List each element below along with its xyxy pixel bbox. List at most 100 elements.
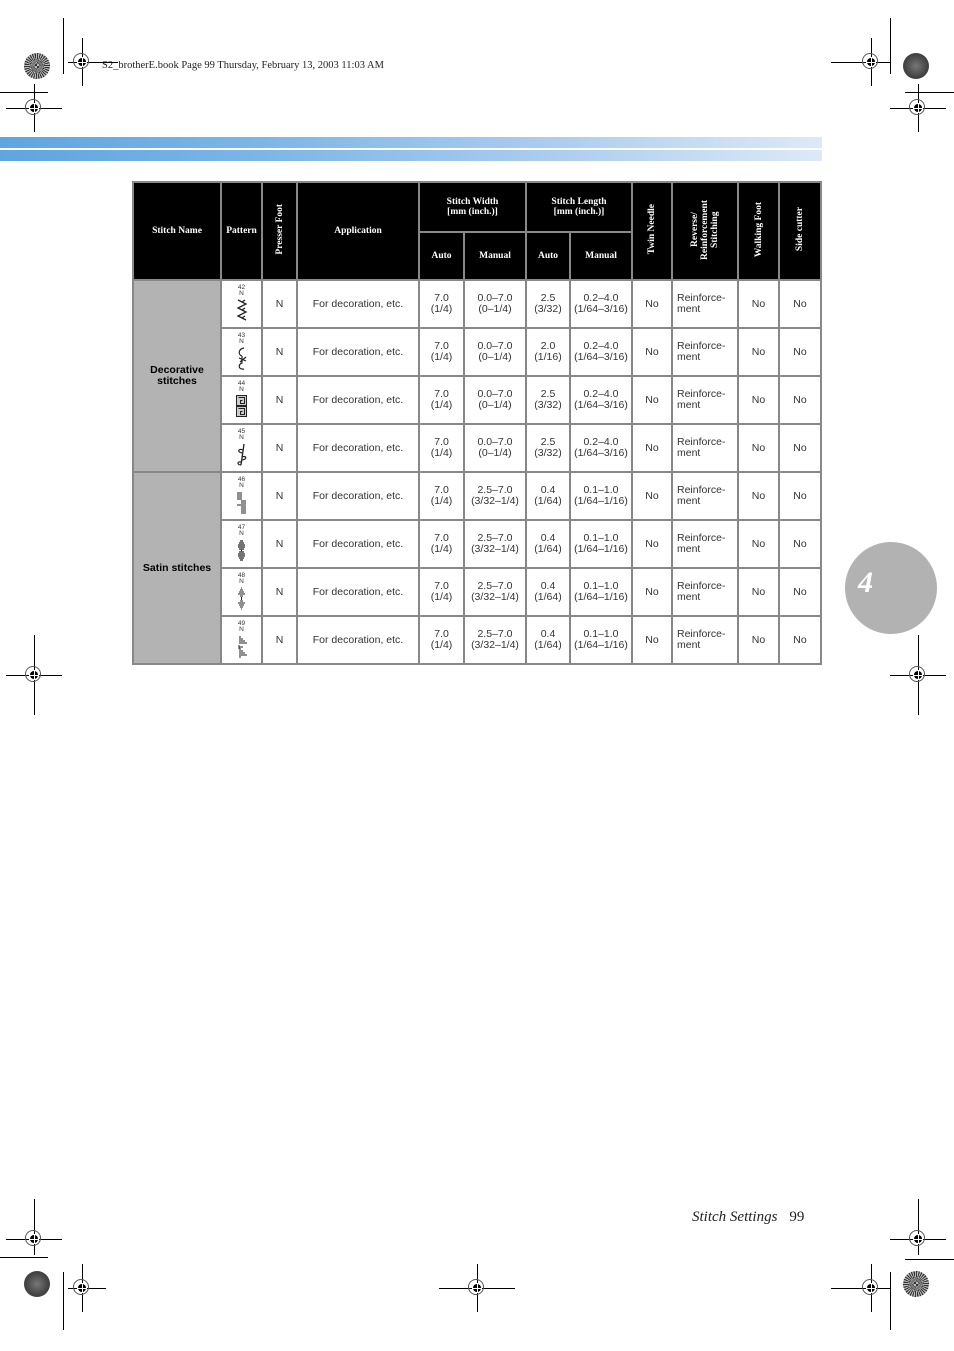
header-stitch-width-unit: [mm (inch.)] [447,207,498,217]
header-reverse-line1: Reverse/ [690,212,700,247]
length-manual-cell-inch: (1/64–3/16) [574,447,628,459]
header-width-manual: Manual [463,231,527,281]
presser-foot-cell: N [261,519,298,569]
reverse-stitching-cell: Reinforce-ment [671,519,739,569]
width-auto-cell-inch: (1/4) [430,495,453,507]
length-manual-cell: 0.1–1.0 (1/64–1/16) [569,615,633,665]
walking-foot-cell: No [737,423,780,473]
length-manual-cell: 0.1–1.0 (1/64–1/16) [569,567,633,617]
length-manual-cell-inch: (1/64–3/16) [574,351,628,363]
length-manual-cell: 0.2–4.0 (1/64–3/16) [569,375,633,425]
length-manual-cell: 0.2–4.0 (1/64–3/16) [569,279,633,329]
reverse-stitching-cell: Reinforce-ment [671,615,739,665]
diamond-satin-stitch-icon [238,587,245,610]
length-auto-cell: 2.5 (3/32) [525,279,571,329]
pattern-foot-code: N [239,338,244,345]
color-rosette-icon [24,1271,50,1297]
width-auto-cell: 7.0 (1/4) [418,423,465,473]
width-manual-cell-inch: (0–1/4) [478,447,512,459]
page-footer: Stitch Settings 99 [692,1209,804,1226]
table-row: Satin stitches 46 N N For decoration, etc. 7.… [132,471,822,665]
pattern-foot-code: N [239,578,244,585]
oval-satin-stitch-icon [238,540,245,561]
header-side-cutter: Side cutter [778,181,822,281]
group-label-satin: Satin stitches [132,471,222,665]
width-auto-cell: 7.0 (1/4) [418,327,465,377]
header-application: Application [296,181,420,281]
color-rosette-icon [903,1271,929,1297]
scroll-stitch-icon [238,347,247,370]
reverse-line2: ment [677,495,701,507]
reverse-line2: ment [677,447,701,459]
header-stitch-width: Stitch Width [mm (inch.)] [418,181,527,233]
twin-needle-cell: No [631,279,673,329]
width-auto-cell-inch: (1/4) [430,591,453,603]
width-auto-cell-inch: (1/4) [430,639,453,651]
header-reverse-label: Reverse/ Reinforcement Stitching [690,200,720,260]
header-width-auto: Auto [418,231,465,281]
length-manual-cell: 0.2–4.0 (1/64–3/16) [569,327,633,377]
length-auto-cell: 2.5 (3/32) [525,423,571,473]
width-auto-cell-inch: (1/4) [430,351,453,363]
pattern-cell: 43 N [220,327,263,377]
reverse-line2: ment [677,639,701,651]
pattern-foot-code: N [239,626,244,633]
presser-foot-cell: N [261,471,298,521]
length-auto-cell-inch: (1/64) [534,639,562,651]
reverse-stitching-cell: Reinforce-ment [671,471,739,521]
pattern-cell: 44 N [220,375,263,425]
length-manual-cell-inch: (1/64–3/16) [574,303,628,315]
header-reverse-stitching: Reverse/ Reinforcement Stitching [671,181,739,281]
trim-mark [63,1272,64,1330]
length-manual-cell-inch: (1/64–3/16) [574,399,628,411]
width-manual-cell: 2.5–7.0 (3/32–1/4) [463,567,527,617]
length-manual-cell-inch: (1/64–1/16) [574,591,628,603]
pattern-cell: 42 N [220,279,263,329]
length-auto-cell-inch: (1/64) [534,591,562,603]
twin-needle-cell: No [631,471,673,521]
walking-foot-cell: No [737,327,780,377]
length-auto-cell-inch: (1/16) [534,351,562,363]
header-reverse-line2: Reinforcement [700,199,710,260]
vine-stitch-icon [237,443,247,466]
presser-foot-cell: N [261,423,298,473]
header-stripe [0,150,822,161]
side-cutter-cell: No [778,567,822,617]
application-cell: For decoration, etc. [296,279,420,329]
table-row: 43 N N For decoration, etc. 7.0 (1/4) 0.0–7.0(… [133,327,822,377]
chapter-tab: 4 [845,542,937,634]
header-side-cutter-label: Side cutter [795,207,805,252]
header-presser-foot: Presser Foot [261,181,298,281]
walking-foot-cell: No [737,279,780,329]
width-auto-cell: 7.0 (1/4) [418,279,465,329]
length-manual-cell: 0.2–4.0 (1/64–3/16) [569,423,633,473]
width-auto-cell: 7.0 (1/4) [418,375,465,425]
header-stitch-length-unit: [mm (inch.)] [553,207,605,217]
width-manual-cell-inch: (3/32–1/4) [471,639,519,651]
twin-needle-cell: No [631,567,673,617]
header-length-auto: Auto [525,231,571,281]
width-manual-cell-inch: (0–1/4) [478,351,512,363]
application-cell: For decoration, etc. [296,423,420,473]
application-cell: For decoration, etc. [296,375,420,425]
application-cell: For decoration, etc. [296,567,420,617]
width-manual-cell: 2.5–7.0 (3/32–1/4) [463,615,527,665]
length-auto-cell: 0.4 (1/64) [525,567,571,617]
presser-foot-cell: N [261,615,298,665]
length-auto-cell-inch: (1/64) [534,495,562,507]
table-row: Decorative stitches 42 N N For decoration, e… [132,279,822,473]
length-auto-cell-inch: (3/32) [534,399,562,411]
trim-mark [905,1259,954,1260]
length-auto-cell: 2.5 (3/32) [525,375,571,425]
walking-foot-cell: No [737,615,780,665]
application-cell: For decoration, etc. [296,615,420,665]
presser-foot-cell: N [261,279,298,329]
reverse-line2: ment [677,351,701,363]
presser-foot-cell: N [261,327,298,377]
header-pattern: Pattern [220,181,263,281]
pattern-cell: 46 N [220,471,263,521]
side-cutter-cell: No [778,375,822,425]
reverse-stitching-cell: Reinforce-ment [671,327,739,377]
header-stitch-width-label: Stitch Width [446,197,499,207]
width-manual-cell-inch: (3/32–1/4) [471,495,519,507]
